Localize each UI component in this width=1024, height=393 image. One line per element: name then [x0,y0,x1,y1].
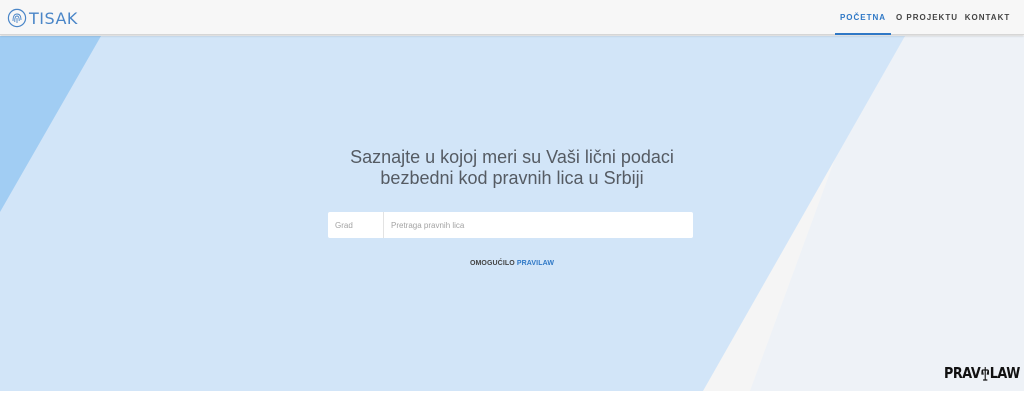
hero-headline: Saznajte u kojoj meri su Vaši lični poda… [312,147,712,189]
headline-line-1: Saznajte u kojoj meri su Vaši lični poda… [350,147,674,167]
city-select[interactable]: Grad [328,212,384,238]
headline-line-2: bezbedni kod pravnih lica u Srbiji [380,168,644,188]
company-search-input[interactable] [384,212,693,238]
nav-item-kontakt[interactable]: KONTAKT [961,0,1014,35]
brand-text-left: PRAV [944,364,981,382]
logo[interactable]: TISAK [7,7,78,29]
pravilaw-logo[interactable]: PRAV LAW [944,364,1020,382]
fingerprint-icon [7,8,27,28]
brand-text-right: LAW [989,364,1021,382]
search-bar: Grad [328,212,693,238]
nav-item-pocetna[interactable]: POČETNA [835,0,891,35]
hero-section: Saznajte u kojoj meri su Vaši lični poda… [0,36,1024,391]
pravilaw-link[interactable]: PRAVILAW [517,260,554,267]
powered-by-prefix: OMOGUĆILO [469,260,515,267]
main-nav: POČETNA O PROJEKTU KONTAKT [835,0,1024,35]
powered-by: OMOGUĆILO PRAVILAW [312,260,712,267]
nav-item-o-projektu[interactable]: O PROJEKTU [893,0,961,35]
scales-icon [981,366,989,381]
top-navigation-bar: TISAK POČETNA O PROJEKTU KONTAKT [0,0,1024,35]
logo-text: TISAK [29,8,78,28]
